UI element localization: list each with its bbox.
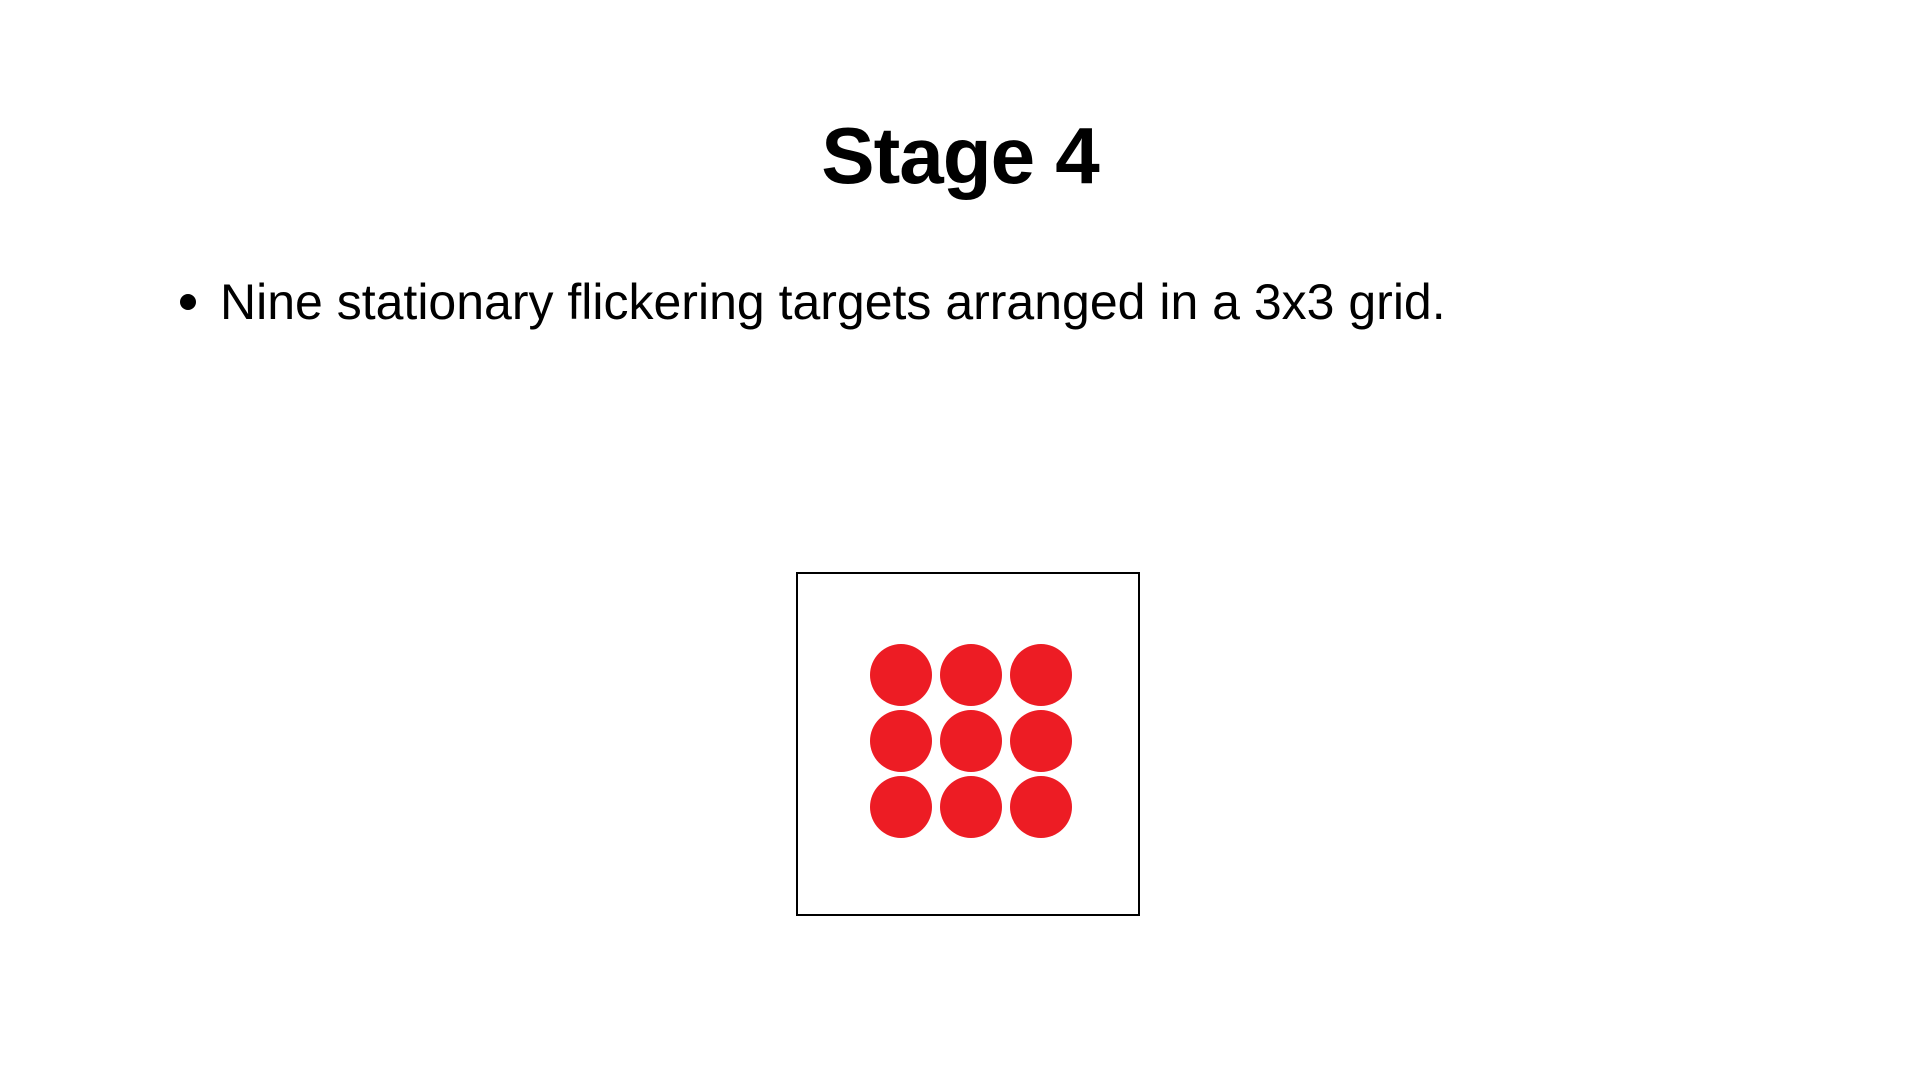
slide-title: Stage 4 <box>821 111 1100 200</box>
target-circle <box>940 776 1002 838</box>
target-circle <box>870 776 932 838</box>
slide: Stage 4 Nine stationary flickering targe… <box>0 0 1920 1080</box>
bullet-item: Nine stationary flickering targets arran… <box>180 270 1780 334</box>
target-circle <box>1010 776 1072 838</box>
target-circle <box>940 710 1002 772</box>
target-circle <box>1010 644 1072 706</box>
bullet-dot-icon <box>180 294 196 310</box>
target-circle <box>870 644 932 706</box>
bullet-list: Nine stationary flickering targets arran… <box>180 270 1780 334</box>
target-circle <box>940 644 1002 706</box>
target-grid <box>870 644 1072 844</box>
target-circle <box>1010 710 1072 772</box>
target-circle <box>870 710 932 772</box>
bullet-text: Nine stationary flickering targets arran… <box>220 274 1446 330</box>
target-grid-frame <box>796 572 1140 916</box>
